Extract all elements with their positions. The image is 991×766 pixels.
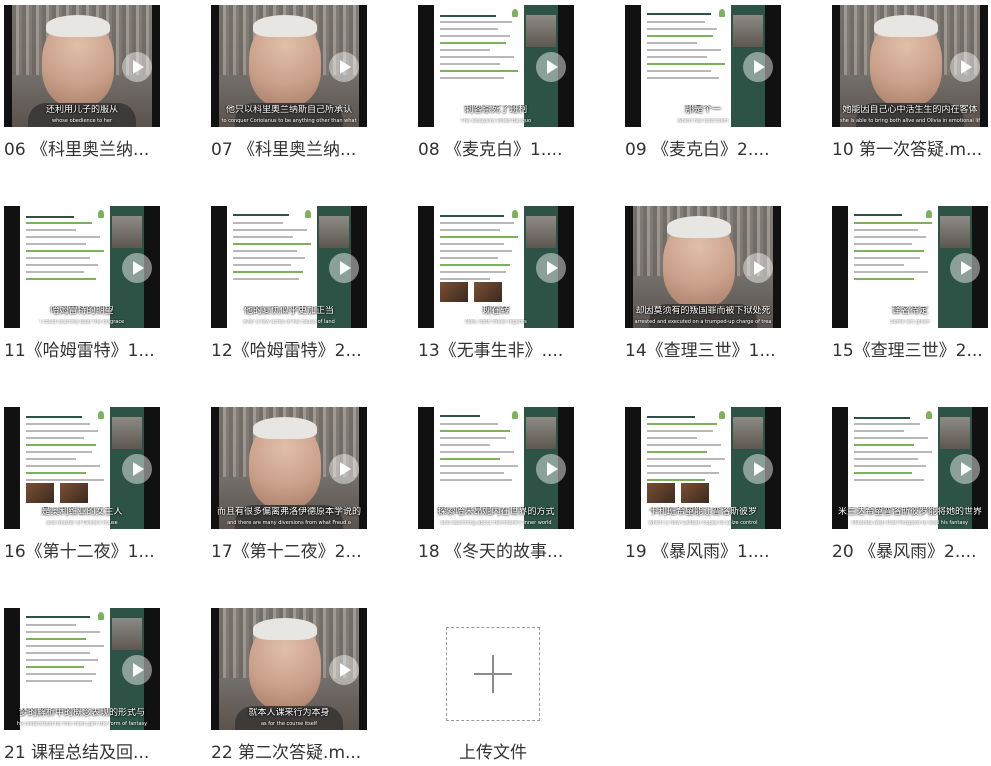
play-icon[interactable] xyxy=(950,253,980,283)
subtitle-english: to conquer Coriolanus to be anything oth… xyxy=(221,118,357,124)
play-icon[interactable] xyxy=(743,454,773,484)
subtitle-english: as for the course itself xyxy=(260,721,317,727)
file-name[interactable]: 19 《暴风雨》1.... xyxy=(625,541,800,563)
subtitle-chinese: 他的复仇似乎更加正当 xyxy=(243,306,334,316)
subtitle-english: which has told them xyxy=(677,118,729,124)
file-name[interactable]: 13《无事生非》.... xyxy=(418,340,593,362)
file-name[interactable]: 08 《麦克白》1.... xyxy=(418,139,593,161)
play-icon[interactable] xyxy=(122,52,152,82)
video-thumbnail[interactable]: 哈姆雷特的期望 I could scarcely bear the disgrac… xyxy=(4,206,160,328)
video-thumbnail[interactable]: 译名待定 Some are given xyxy=(832,206,988,328)
subtitle-english: which is how Caliban hopes to seize cont… xyxy=(648,520,758,526)
upload-label[interactable]: 上传文件 xyxy=(430,742,556,764)
subtitle-chinese: 梦的解析中的概念表现的形式与 xyxy=(18,708,145,718)
subtitle-chinese: 刺客杀死了班柯 xyxy=(464,105,528,115)
subtitle-english: and searching about Hermione's inner wor… xyxy=(440,520,552,526)
file-name[interactable]: 17《第十二夜》2... xyxy=(211,541,386,563)
subtitle-english: and master of Olivia's house xyxy=(46,520,118,526)
subtitle-chinese: 卡利班希望能让普洛斯彼罗 xyxy=(648,507,757,517)
video-thumbnail[interactable]: 米兰达希望普洛斯彼罗能将她的世界 Miranda wish that Prospe… xyxy=(832,407,988,529)
video-thumbnail[interactable]: 探索哈米昂妮内在世界的方式 and searching about Hermion… xyxy=(418,407,574,529)
subtitle-chinese: 还利用儿子的服从 xyxy=(45,105,118,115)
subtitle-chinese: 现在转 xyxy=(482,306,510,316)
file-name[interactable]: 06 《科里奥兰纳... xyxy=(4,139,179,161)
file-name[interactable]: 22 第二次答疑.m... xyxy=(211,742,386,764)
play-icon[interactable] xyxy=(329,454,359,484)
file-name[interactable]: 18 《冬天的故事... xyxy=(418,541,593,563)
subtitle-english: she is able to bring both alive and Oliv… xyxy=(840,118,980,124)
subtitle-english: Some are given xyxy=(890,319,930,325)
video-thumbnail[interactable]: 却因莫须有的叛国罪而被下狱处死 arrested and executed on … xyxy=(625,206,781,328)
subtitle-chinese: 是奥利维亚的女主人 xyxy=(41,507,123,517)
video-thumbnail[interactable]: 还利用儿子的服从 whose obedience to her xyxy=(4,5,160,127)
subtitle-chinese: 她能因自己心中活生生的内在客体 xyxy=(842,105,978,115)
subtitle-chinese: 就本人课来行为本身 xyxy=(248,708,330,718)
video-thumbnail[interactable]: 他只以科里奥兰纳斯自己所承认 to conquer Coriolanus to b… xyxy=(211,5,367,127)
subtitle-english: Now, both these regents xyxy=(465,319,527,325)
video-thumbnail[interactable]: 梦的解析中的概念表现的形式与 he understood for the most… xyxy=(4,608,160,730)
video-thumbnail[interactable]: 他的复仇似乎更加正当 ever a few acres of his cause … xyxy=(211,206,367,328)
subtitle-english: I could scarcely bear the disgrace xyxy=(39,319,125,325)
play-icon[interactable] xyxy=(329,253,359,283)
upload-button[interactable] xyxy=(446,627,540,721)
subtitle-english: The assassins killed Banquo xyxy=(460,118,532,124)
play-icon[interactable] xyxy=(950,454,980,484)
play-icon[interactable] xyxy=(536,52,566,82)
subtitle-chinese: 那是个一 xyxy=(684,105,721,115)
play-icon[interactable] xyxy=(329,52,359,82)
play-icon[interactable] xyxy=(743,52,773,82)
video-thumbnail[interactable]: 刺客杀死了班柯 The assassins killed Banquo xyxy=(418,5,574,127)
play-icon[interactable] xyxy=(329,655,359,685)
subtitle-english: whose obedience to her xyxy=(51,118,113,124)
play-icon[interactable] xyxy=(122,454,152,484)
video-thumbnail[interactable]: 现在转 Now, both these regents xyxy=(418,206,574,328)
video-thumbnail[interactable]: 就本人课来行为本身 as for the course itself xyxy=(211,608,367,730)
file-name[interactable]: 11《哈姆雷特》1... xyxy=(4,340,179,362)
plus-icon xyxy=(474,655,512,693)
play-icon[interactable] xyxy=(743,253,773,283)
file-name[interactable]: 07 《科里奥兰纳... xyxy=(211,139,386,161)
file-name[interactable]: 20 《暴风雨》2.... xyxy=(832,541,991,563)
play-icon[interactable] xyxy=(122,253,152,283)
subtitle-chinese: 探索哈米昂妮内在世界的方式 xyxy=(437,507,555,517)
subtitle-chinese: 译名待定 xyxy=(891,306,928,316)
subtitle-chinese: 他只以科里奥兰纳斯自己所承认 xyxy=(225,105,352,115)
play-icon[interactable] xyxy=(950,52,980,82)
subtitle-english: arrested and executed on a trumped-up ch… xyxy=(634,319,772,325)
play-icon[interactable] xyxy=(536,454,566,484)
file-name[interactable]: 09 《麦克白》2.... xyxy=(625,139,800,161)
subtitle-english: he understood for the most part the form… xyxy=(16,721,148,727)
video-thumbnail[interactable]: 她能因自己心中活生生的内在客体 she is able to bring both… xyxy=(832,5,988,127)
video-thumbnail[interactable]: 卡利班希望能让普洛斯彼罗 which is how Caliban hopes t… xyxy=(625,407,781,529)
file-name[interactable]: 10 第一次答疑.m... xyxy=(832,139,991,161)
play-icon[interactable] xyxy=(536,253,566,283)
video-thumbnail[interactable]: 是奥利维亚的女主人 and master of Olivia's house xyxy=(4,407,160,529)
subtitle-chinese: 米兰达希望普洛斯彼罗能将她的世界 xyxy=(837,507,982,517)
file-name[interactable]: 15《查理三世》2... xyxy=(832,340,991,362)
subtitle-english: and there are many diversions from what … xyxy=(227,520,351,526)
subtitle-english: Miranda wish that Prospero to lead his f… xyxy=(851,520,969,526)
subtitle-chinese: 哈姆雷特的期望 xyxy=(50,306,114,316)
file-name[interactable]: 12《哈姆雷特》2... xyxy=(211,340,386,362)
file-name[interactable]: 14《查理三世》1... xyxy=(625,340,800,362)
subtitle-english: ever a few acres of his cause of land xyxy=(243,319,335,325)
video-thumbnail[interactable]: 那是个一 which has told them xyxy=(625,5,781,127)
video-thumbnail[interactable]: 而且有很多偏离弗洛伊德原本学说的 and there are many diver… xyxy=(211,407,367,529)
play-icon[interactable] xyxy=(122,655,152,685)
subtitle-chinese: 而且有很多偏离弗洛伊德原本学说的 xyxy=(216,507,361,517)
file-name[interactable]: 16《第十二夜》1... xyxy=(4,541,179,563)
file-name[interactable]: 21 课程总结及回... xyxy=(4,742,179,764)
subtitle-chinese: 却因莫须有的叛国罪而被下狱处死 xyxy=(635,306,771,316)
